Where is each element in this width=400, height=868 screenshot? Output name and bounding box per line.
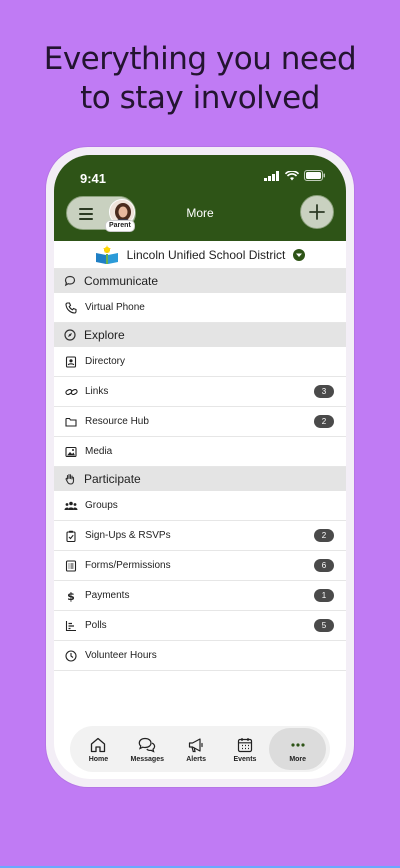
list-item-links[interactable]: Links 3 xyxy=(54,377,346,407)
plus-icon xyxy=(309,204,325,220)
tab-label: Home xyxy=(88,755,109,763)
headline-line-1: Everything you need xyxy=(43,41,357,77)
tab-label: More xyxy=(289,755,307,763)
district-name: Lincoln Unified School District xyxy=(126,247,286,262)
section-communicate: Communicate xyxy=(54,269,346,293)
status-time: 9:41 xyxy=(80,171,107,186)
count-badge: 3 xyxy=(314,385,334,398)
list-item-groups[interactable]: Groups xyxy=(54,491,346,521)
app-screen: 9:41 Parent More Lincoln Unified School … xyxy=(54,155,346,779)
item-label: Forms/Permissions xyxy=(85,560,171,571)
phone-icon xyxy=(65,301,77,314)
tab-alerts[interactable]: Alerts xyxy=(172,728,221,770)
list-item-polls[interactable]: Polls 5 xyxy=(54,611,346,641)
district-selector[interactable]: Lincoln Unified School District xyxy=(54,241,346,269)
tab-events[interactable]: Events xyxy=(221,728,270,770)
list-item-volunteer-hours[interactable]: Volunteer Hours xyxy=(54,641,346,671)
battery-icon xyxy=(304,170,325,181)
compass-icon xyxy=(64,329,76,341)
contact-card-icon xyxy=(65,355,77,368)
count-badge: 2 xyxy=(314,529,334,542)
messages-icon xyxy=(138,737,156,753)
list-item-resource-hub[interactable]: Resource Hub 2 xyxy=(54,407,346,437)
clipboard-check-icon xyxy=(66,530,76,542)
item-label: Media xyxy=(85,446,113,457)
count-badge: 6 xyxy=(314,559,334,572)
home-icon xyxy=(91,737,106,752)
folder-icon xyxy=(65,417,77,427)
section-label: Explore xyxy=(84,328,125,342)
item-label: Sign-Ups & RSVPs xyxy=(85,530,171,541)
poll-chart-icon xyxy=(65,620,76,631)
count-badge: 2 xyxy=(314,415,334,428)
item-label: Groups xyxy=(85,500,118,511)
link-icon xyxy=(64,388,78,395)
item-label: Links xyxy=(85,386,109,397)
chevron-down-icon xyxy=(293,248,306,261)
item-label: Directory xyxy=(85,356,126,367)
calendar-icon xyxy=(237,737,253,752)
section-participate: Participate xyxy=(54,467,346,491)
section-label: Communicate xyxy=(84,274,159,288)
list-item-payments[interactable]: $ Payments 1 xyxy=(54,581,346,611)
headline: Everything you need to stay involved xyxy=(0,40,400,118)
list-item-virtual-phone[interactable]: Virtual Phone xyxy=(54,293,346,323)
bottom-tab-bar: Home Messages Alerts Events More xyxy=(70,726,330,772)
image-icon xyxy=(65,446,77,457)
top-bar: 9:41 Parent More xyxy=(54,155,346,241)
wifi-icon xyxy=(285,170,299,180)
add-button[interactable] xyxy=(300,195,334,229)
headline-line-2: to stay involved xyxy=(80,80,320,116)
tab-label: Messages xyxy=(130,755,164,763)
clock-icon xyxy=(65,649,77,662)
list-item-directory[interactable]: Directory xyxy=(54,347,346,377)
svg-text:$: $ xyxy=(67,590,75,602)
form-icon xyxy=(65,559,77,572)
menu-list: Communicate Virtual Phone Explore Direct… xyxy=(54,269,346,671)
list-item-forms[interactable]: Forms/Permissions 6 xyxy=(54,551,346,581)
megaphone-icon xyxy=(189,737,203,752)
item-label: Virtual Phone xyxy=(85,302,145,313)
people-icon xyxy=(64,501,78,510)
item-label: Polls xyxy=(85,620,107,631)
district-logo-icon xyxy=(95,244,118,264)
phone-frame: 9:41 Parent More Lincoln Unified School … xyxy=(46,147,354,787)
tab-home[interactable]: Home xyxy=(74,728,123,770)
section-label: Participate xyxy=(84,472,141,486)
chat-icon xyxy=(64,275,76,287)
list-item-media[interactable]: Media xyxy=(54,437,346,467)
list-item-sign-ups[interactable]: Sign-Ups & RSVPs 2 xyxy=(54,521,346,551)
item-label: Payments xyxy=(85,590,130,601)
tab-messages[interactable]: Messages xyxy=(123,728,172,770)
tab-label: Events xyxy=(233,755,257,763)
status-icons xyxy=(264,170,326,181)
signal-icon xyxy=(264,170,279,181)
item-label: Resource Hub xyxy=(85,416,149,427)
tab-more[interactable]: More xyxy=(269,728,327,770)
more-dots-icon xyxy=(291,742,305,747)
section-explore: Explore xyxy=(54,323,346,347)
dollar-icon: $ xyxy=(67,590,75,602)
hand-icon xyxy=(65,473,75,485)
count-badge: 5 xyxy=(314,619,334,632)
parent-badge: Parent xyxy=(105,220,135,232)
count-badge: 1 xyxy=(314,589,334,602)
tab-label: Alerts xyxy=(186,755,207,763)
item-label: Volunteer Hours xyxy=(85,650,157,661)
